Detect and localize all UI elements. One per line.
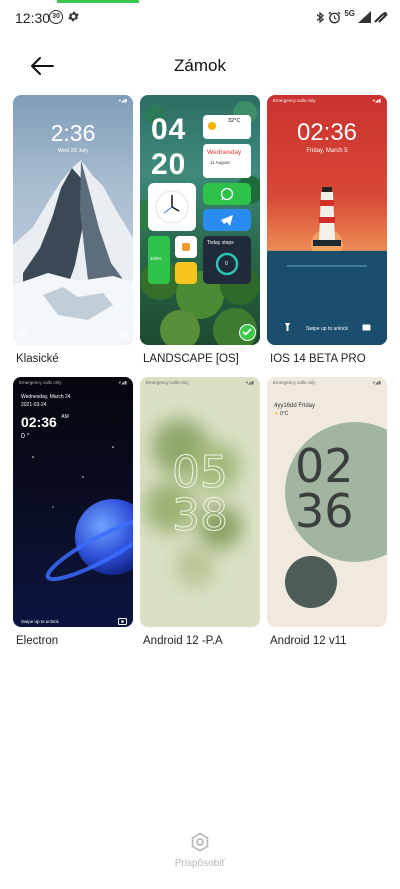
mini-camera-icon (120, 331, 128, 338)
ios-date: Friday, March 5 (306, 148, 348, 154)
mini-camera-icon (118, 618, 127, 625)
customize-button[interactable]: Prispôsobiť (0, 828, 400, 878)
mini-flashlight-icon (285, 323, 290, 331)
theme-preview-classic[interactable]: ▾◢▮ 2:36 Wed 29 July (13, 95, 133, 345)
theme-preview-electron[interactable]: Emergency calls only ▾◢▮ Wednesday, March… (13, 377, 133, 627)
electron-day: Wednesday, March 24 (21, 394, 71, 400)
notification-badge-icon: 30 (49, 10, 63, 24)
signal-icon (358, 11, 371, 23)
v11-temperature: 0°C (279, 411, 289, 417)
calendar-day: Wednesday (207, 149, 242, 156)
gear-icon (68, 11, 79, 22)
electron-clock-ampm: AM (61, 414, 69, 420)
weather-sun-icon (208, 122, 216, 130)
electron-unlock-text: Swipe up to unlock (21, 619, 59, 624)
pa-minute: 38 (172, 490, 229, 542)
v11-minute: 36 (295, 484, 354, 538)
ios-clock: 02:36 (296, 119, 358, 146)
status-bar: 12:30 30 5G (0, 0, 400, 36)
analog-clock-icon (155, 190, 189, 224)
electron-clock-time: 02:36 (21, 414, 57, 430)
landscape-hour: 04 (151, 113, 187, 146)
battery-widget: 100% (148, 236, 170, 284)
steps-title: Today steps (207, 240, 234, 246)
app-header: Zámok (0, 48, 400, 84)
theme-label: LANDSCAPE [OS] (143, 353, 239, 365)
whatsapp-widget (203, 183, 251, 205)
whatsapp-icon (220, 187, 234, 201)
app-tile-orange (175, 236, 197, 258)
customize-hexagon-icon (191, 832, 209, 852)
mini-camera-icon (362, 324, 371, 331)
mini-status-text: Emergency calls only (273, 380, 316, 385)
theme-preview-landscape[interactable]: 04 20 32°C Wednesday 11 August 100% Toda… (140, 95, 260, 345)
analog-clock-widget (148, 183, 196, 231)
calendar-date: 11 August (210, 160, 230, 165)
network-type: 5G (344, 9, 355, 18)
selected-check-icon (239, 324, 256, 341)
page-title: Zámok (174, 56, 226, 75)
v11-date: 4yy16dd Friday (274, 403, 316, 409)
weather-temperature: 32°C (228, 118, 241, 124)
status-icons: 5G (316, 9, 388, 25)
mini-status-text: Emergency calls only (19, 380, 62, 385)
weather-widget: 32°C (203, 115, 251, 139)
battery-percent: 100% (150, 256, 162, 261)
status-time: 12:30 (15, 10, 51, 26)
v11-weather: ☀ 0°C (274, 411, 288, 417)
mini-status-text: Emergency calls only (146, 380, 189, 385)
theme-label: Android 12 -P.A (143, 635, 223, 647)
theme-label: Android 12 v11 (270, 635, 347, 647)
theme-label: Klasické (16, 353, 59, 365)
theme-label: IOS 14 BETA PRO (270, 353, 366, 365)
theme-preview-android12-pa[interactable]: Emergency calls only ▾◢▮ 05 38 (140, 377, 260, 627)
telegram-icon (221, 215, 233, 226)
classic-date: Wed 29 July (57, 148, 89, 154)
telegram-widget (203, 209, 251, 231)
steps-widget: Today steps 0 (203, 236, 251, 284)
mini-target-icon (19, 330, 27, 338)
calendar-widget: Wednesday 11 August (203, 144, 251, 178)
mini-status-text: Emergency calls only (273, 98, 316, 103)
data-saver-icon (374, 12, 388, 23)
theme-label: Electron (16, 635, 59, 647)
bluetooth-icon (316, 11, 325, 23)
v11-sun-icon: ☀ (274, 411, 279, 417)
theme-preview-android12-v11[interactable]: Emergency calls only ▾◢▮ 4yy16dd Friday ☀… (267, 377, 387, 627)
electron-temperature: 0 ° (21, 433, 30, 440)
landscape-minute: 20 (151, 148, 187, 181)
classic-clock: 2:36 (50, 120, 96, 146)
app-tile-yellow (175, 262, 197, 284)
steps-value: 0 (225, 261, 228, 267)
electron-date: 2021-03-24 (21, 402, 47, 408)
alarm-icon (328, 11, 341, 23)
customize-label: Prispôsobiť (174, 858, 226, 869)
theme-preview-ios14[interactable]: Emergency calls only ▾◢▮ 02:36 Friday, Ma… (267, 95, 387, 345)
electron-clock: 02:36 AM (21, 414, 69, 432)
